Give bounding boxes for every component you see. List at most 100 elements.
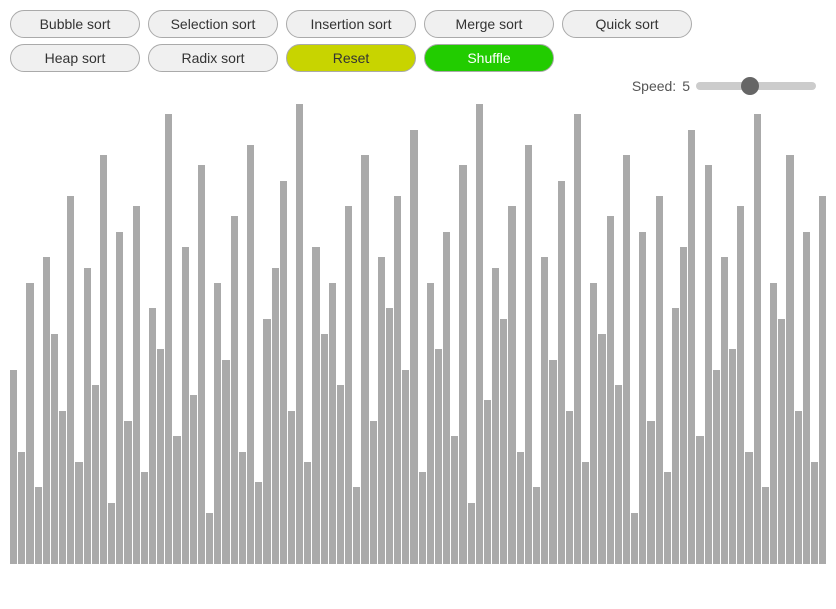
bar	[819, 196, 826, 564]
shuffle-button[interactable]: Shuffle	[424, 44, 554, 72]
bar	[696, 436, 703, 564]
bar	[370, 421, 377, 564]
bar	[165, 114, 172, 564]
visualization-area	[0, 104, 836, 564]
selection-sort-button[interactable]: Selection sort	[148, 10, 278, 38]
bar	[18, 452, 25, 564]
bar	[84, 268, 91, 564]
bar	[795, 411, 802, 564]
bar	[43, 257, 50, 564]
sort-buttons-row-2: Heap sort Radix sort Reset Shuffle	[10, 44, 826, 72]
bar	[582, 462, 589, 564]
bar	[484, 400, 491, 564]
bar	[337, 385, 344, 564]
bar	[435, 349, 442, 564]
bar	[631, 513, 638, 564]
bar	[361, 155, 368, 564]
bar	[231, 216, 238, 564]
reset-button[interactable]: Reset	[286, 44, 416, 72]
bar	[59, 411, 66, 564]
bar	[321, 334, 328, 564]
bar	[427, 283, 434, 564]
bar	[51, 334, 58, 564]
bar	[590, 283, 597, 564]
bar	[721, 257, 728, 564]
bar	[198, 165, 205, 564]
bar	[116, 232, 123, 564]
bar	[100, 155, 107, 564]
bar	[770, 283, 777, 564]
radix-sort-button[interactable]: Radix sort	[148, 44, 278, 72]
bar	[459, 165, 466, 564]
bar	[745, 452, 752, 564]
bar	[500, 319, 507, 564]
bar	[517, 452, 524, 564]
insertion-sort-button[interactable]: Insertion sort	[286, 10, 416, 38]
bar	[304, 462, 311, 564]
bar	[67, 196, 74, 564]
sort-buttons-row-1: Bubble sort Selection sort Insertion sor…	[10, 10, 826, 38]
bar	[508, 206, 515, 564]
bar	[394, 196, 401, 564]
bar	[124, 421, 131, 564]
bar	[157, 349, 164, 564]
bar	[222, 360, 229, 564]
bar	[190, 395, 197, 564]
bar	[664, 472, 671, 564]
bar	[353, 487, 360, 564]
bar	[173, 436, 180, 564]
heap-sort-button[interactable]: Heap sort	[10, 44, 140, 72]
bar	[288, 411, 295, 564]
speed-control: Speed: 5	[10, 78, 826, 94]
bar	[639, 232, 646, 564]
bar	[272, 268, 279, 564]
bar	[615, 385, 622, 564]
bar	[247, 145, 254, 564]
bar	[419, 472, 426, 564]
bar	[35, 487, 42, 564]
bar	[410, 130, 417, 564]
quick-sort-button[interactable]: Quick sort	[562, 10, 692, 38]
bar	[141, 472, 148, 564]
bar	[803, 232, 810, 564]
bar	[280, 181, 287, 564]
bar	[108, 503, 115, 564]
bar	[476, 104, 483, 564]
bar	[778, 319, 785, 564]
bar	[468, 503, 475, 564]
bar	[26, 283, 33, 564]
bar	[386, 308, 393, 564]
bar	[558, 181, 565, 564]
bar	[754, 114, 761, 564]
bar	[345, 206, 352, 564]
bar	[607, 216, 614, 564]
bar	[549, 360, 556, 564]
bar	[133, 206, 140, 564]
bar	[329, 283, 336, 564]
bar	[92, 385, 99, 564]
bar	[214, 283, 221, 564]
merge-sort-button[interactable]: Merge sort	[424, 10, 554, 38]
bar	[10, 370, 17, 564]
bar	[729, 349, 736, 564]
bar	[149, 308, 156, 564]
bar	[762, 487, 769, 564]
bar	[672, 308, 679, 564]
speed-value: 5	[682, 78, 690, 94]
bar	[443, 232, 450, 564]
bar	[378, 257, 385, 564]
bar	[451, 436, 458, 564]
bar	[525, 145, 532, 564]
bar	[786, 155, 793, 564]
bar	[566, 411, 573, 564]
bar	[533, 487, 540, 564]
bubble-sort-button[interactable]: Bubble sort	[10, 10, 140, 38]
bar	[688, 130, 695, 564]
bar	[656, 196, 663, 564]
bar	[75, 462, 82, 564]
bar	[312, 247, 319, 564]
bar	[737, 206, 744, 564]
speed-slider[interactable]	[696, 82, 816, 90]
bar	[574, 114, 581, 564]
bar	[705, 165, 712, 564]
